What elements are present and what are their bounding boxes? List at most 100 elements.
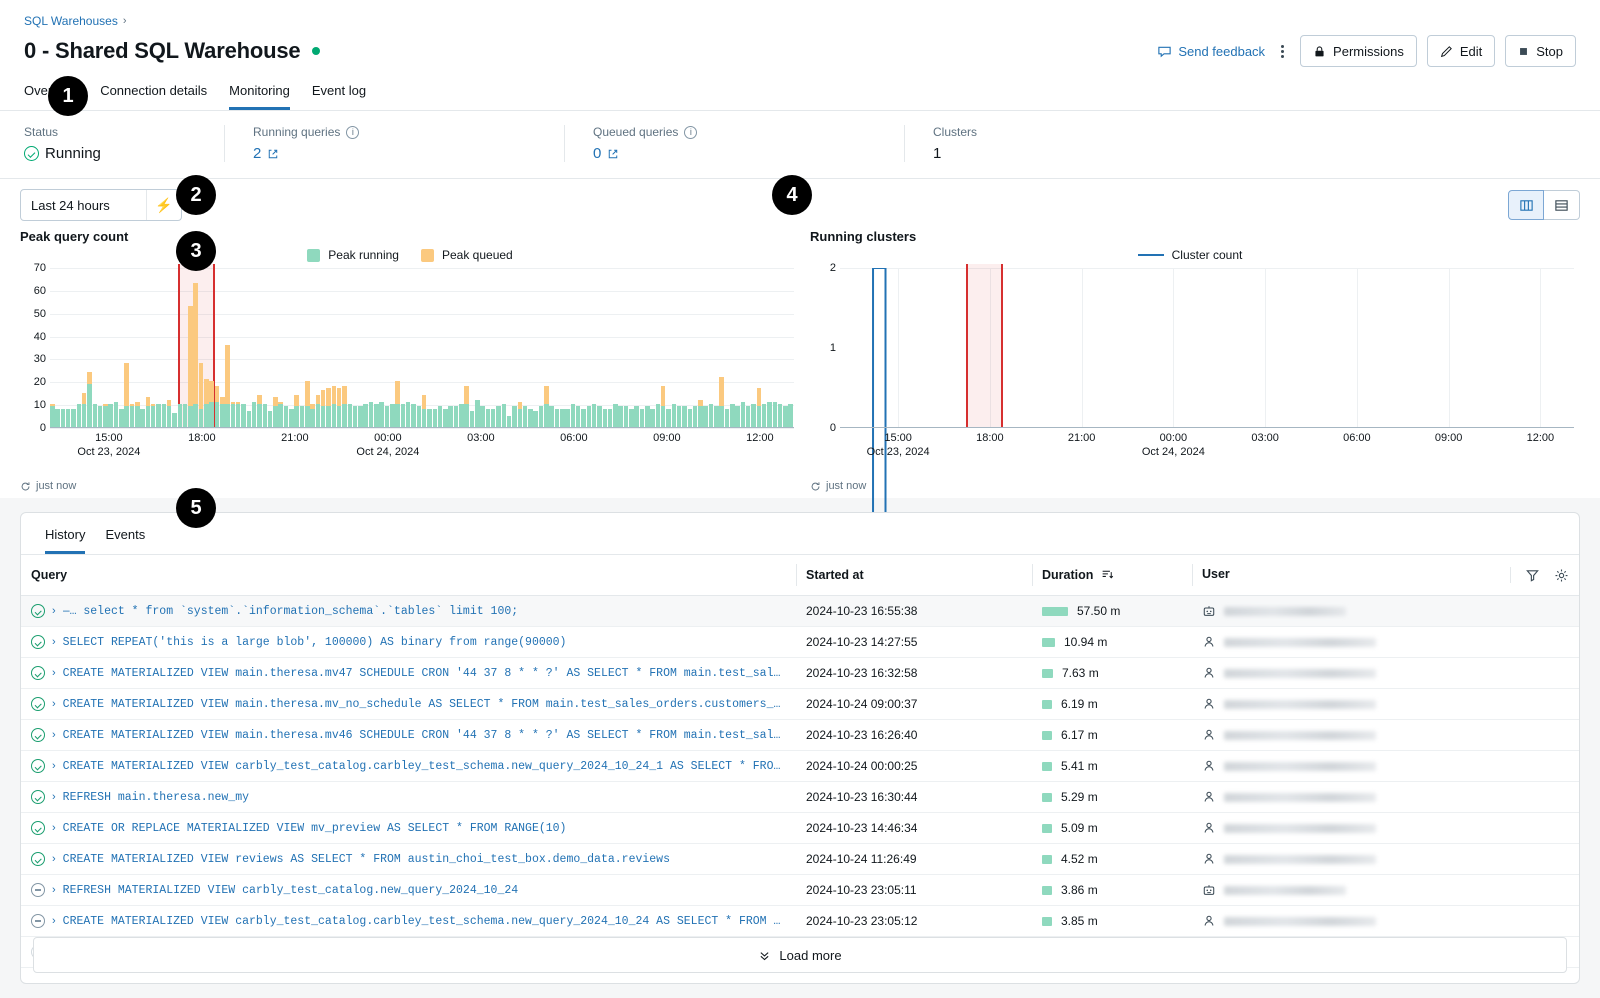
bar[interactable] bbox=[262, 404, 268, 427]
bar[interactable] bbox=[71, 408, 76, 427]
bar[interactable] bbox=[501, 404, 507, 427]
bar[interactable] bbox=[225, 344, 230, 427]
bar[interactable] bbox=[745, 406, 751, 427]
bar[interactable] bbox=[50, 404, 55, 427]
cell-query[interactable]: › CREATE MATERIALIZED VIEW main.theresa.m… bbox=[21, 719, 796, 751]
bar[interactable] bbox=[358, 406, 363, 427]
bar[interactable] bbox=[783, 406, 788, 427]
bar[interactable] bbox=[331, 385, 337, 427]
bar[interactable] bbox=[751, 404, 756, 427]
bar[interactable] bbox=[591, 404, 597, 427]
filter-icon[interactable] bbox=[1525, 568, 1540, 583]
bar[interactable] bbox=[289, 408, 294, 427]
bar[interactable] bbox=[257, 395, 262, 427]
bar[interactable] bbox=[676, 406, 682, 427]
bar[interactable] bbox=[708, 404, 714, 427]
bar[interactable] bbox=[395, 381, 400, 427]
bar[interactable] bbox=[724, 408, 730, 427]
bar[interactable] bbox=[352, 406, 358, 427]
table-row[interactable]: › CREATE MATERIALIZED VIEW main.theresa.m… bbox=[21, 657, 1579, 689]
bar[interactable] bbox=[342, 385, 347, 427]
bar[interactable] bbox=[400, 404, 406, 427]
legend-peak-queued[interactable]: Peak queued bbox=[420, 248, 513, 262]
bar[interactable] bbox=[129, 404, 135, 427]
bar[interactable] bbox=[687, 408, 693, 427]
bar[interactable] bbox=[565, 408, 570, 427]
cell-query[interactable]: › CREATE MATERIALIZED VIEW reviews AS SEL… bbox=[21, 843, 796, 875]
legend-cluster-count[interactable]: Cluster count bbox=[1137, 248, 1242, 262]
table-row[interactable]: › CREATE MATERIALIZED VIEW carbly_test_ca… bbox=[21, 750, 1579, 782]
bar[interactable] bbox=[305, 381, 310, 427]
bar[interactable] bbox=[623, 406, 629, 427]
bar[interactable] bbox=[209, 381, 214, 427]
expand-chevron-icon[interactable]: › bbox=[52, 915, 56, 927]
bar[interactable] bbox=[161, 404, 167, 427]
bar[interactable] bbox=[538, 406, 544, 427]
table-row[interactable]: › CREATE MATERIALIZED VIEW carbly_test_ca… bbox=[21, 905, 1579, 937]
edit-button[interactable]: Edit bbox=[1426, 35, 1496, 67]
bar[interactable] bbox=[517, 401, 523, 427]
column-header-started-at[interactable]: Started at bbox=[796, 555, 1032, 596]
bar[interactable] bbox=[150, 404, 156, 427]
expand-chevron-icon[interactable]: › bbox=[52, 853, 56, 865]
bar[interactable] bbox=[427, 408, 432, 427]
tab-history[interactable]: History bbox=[45, 527, 86, 554]
bar[interactable] bbox=[87, 372, 92, 427]
bar[interactable] bbox=[581, 408, 586, 427]
bar[interactable] bbox=[204, 379, 209, 427]
load-more-button[interactable]: Load more bbox=[33, 937, 1567, 973]
expand-chevron-icon[interactable]: › bbox=[52, 884, 56, 896]
cell-query[interactable]: › CREATE MATERIALIZED VIEW main.theresa.m… bbox=[21, 688, 796, 720]
expand-chevron-icon[interactable]: › bbox=[52, 729, 56, 741]
bar[interactable] bbox=[549, 406, 554, 427]
bar[interactable] bbox=[788, 404, 793, 427]
table-row[interactable]: › CREATE MATERIALIZED VIEW reviews AS SEL… bbox=[21, 843, 1579, 875]
bar[interactable] bbox=[761, 404, 767, 427]
bar[interactable] bbox=[671, 404, 677, 427]
bar[interactable] bbox=[602, 408, 608, 427]
bar[interactable] bbox=[698, 399, 703, 427]
bar[interactable] bbox=[597, 406, 602, 427]
bar[interactable] bbox=[55, 408, 60, 427]
expand-chevron-icon[interactable]: › bbox=[52, 791, 56, 803]
running-clusters-plot[interactable] bbox=[840, 264, 1574, 428]
bar[interactable] bbox=[384, 406, 390, 427]
table-row[interactable]: › SELECT REPEAT('this is a large blob', 1… bbox=[21, 626, 1579, 658]
cell-query[interactable]: › CREATE OR REPLACE MATERIALIZED VIEW mv_… bbox=[21, 812, 796, 844]
bar[interactable] bbox=[336, 388, 342, 427]
bar[interactable] bbox=[246, 411, 252, 427]
bar[interactable] bbox=[560, 408, 565, 427]
bar[interactable] bbox=[469, 411, 475, 427]
bar[interactable] bbox=[682, 406, 687, 427]
bar[interactable] bbox=[607, 408, 613, 427]
bar[interactable] bbox=[740, 401, 746, 427]
bar[interactable] bbox=[411, 404, 416, 427]
more-options-button[interactable] bbox=[1275, 43, 1290, 60]
bar[interactable] bbox=[475, 399, 480, 427]
table-row[interactable]: › —… select * from `system`.`information_… bbox=[21, 595, 1579, 627]
bar[interactable] bbox=[182, 404, 188, 427]
bar[interactable] bbox=[570, 404, 576, 427]
bar[interactable] bbox=[666, 408, 671, 427]
bar[interactable] bbox=[368, 401, 374, 427]
bar[interactable] bbox=[490, 408, 496, 427]
cell-query[interactable]: › CREATE MATERIALIZED VIEW main.theresa.m… bbox=[21, 657, 796, 689]
bar[interactable] bbox=[273, 397, 278, 427]
breadcrumb-sql-warehouses[interactable]: SQL Warehouses bbox=[24, 14, 118, 28]
cell-query[interactable]: › SELECT REPEAT('this is a large blob', 1… bbox=[21, 626, 796, 658]
table-row[interactable]: › REFRESH main.theresa.new_my 2024-10-23 1… bbox=[21, 781, 1579, 813]
bar[interactable] bbox=[374, 404, 379, 427]
stop-button[interactable]: Stop bbox=[1505, 35, 1576, 67]
bar[interactable] bbox=[97, 406, 103, 427]
bar[interactable] bbox=[443, 408, 448, 427]
permissions-button[interactable]: Permissions bbox=[1300, 35, 1417, 67]
bar[interactable] bbox=[60, 408, 66, 427]
bar[interactable] bbox=[379, 401, 384, 427]
bar[interactable] bbox=[315, 395, 321, 427]
bar[interactable] bbox=[756, 388, 762, 427]
bar[interactable] bbox=[326, 388, 331, 427]
bar[interactable] bbox=[719, 376, 724, 427]
column-header-user[interactable]: User bbox=[1192, 555, 1579, 596]
bar[interactable] bbox=[575, 406, 581, 427]
bar[interactable] bbox=[432, 408, 438, 427]
